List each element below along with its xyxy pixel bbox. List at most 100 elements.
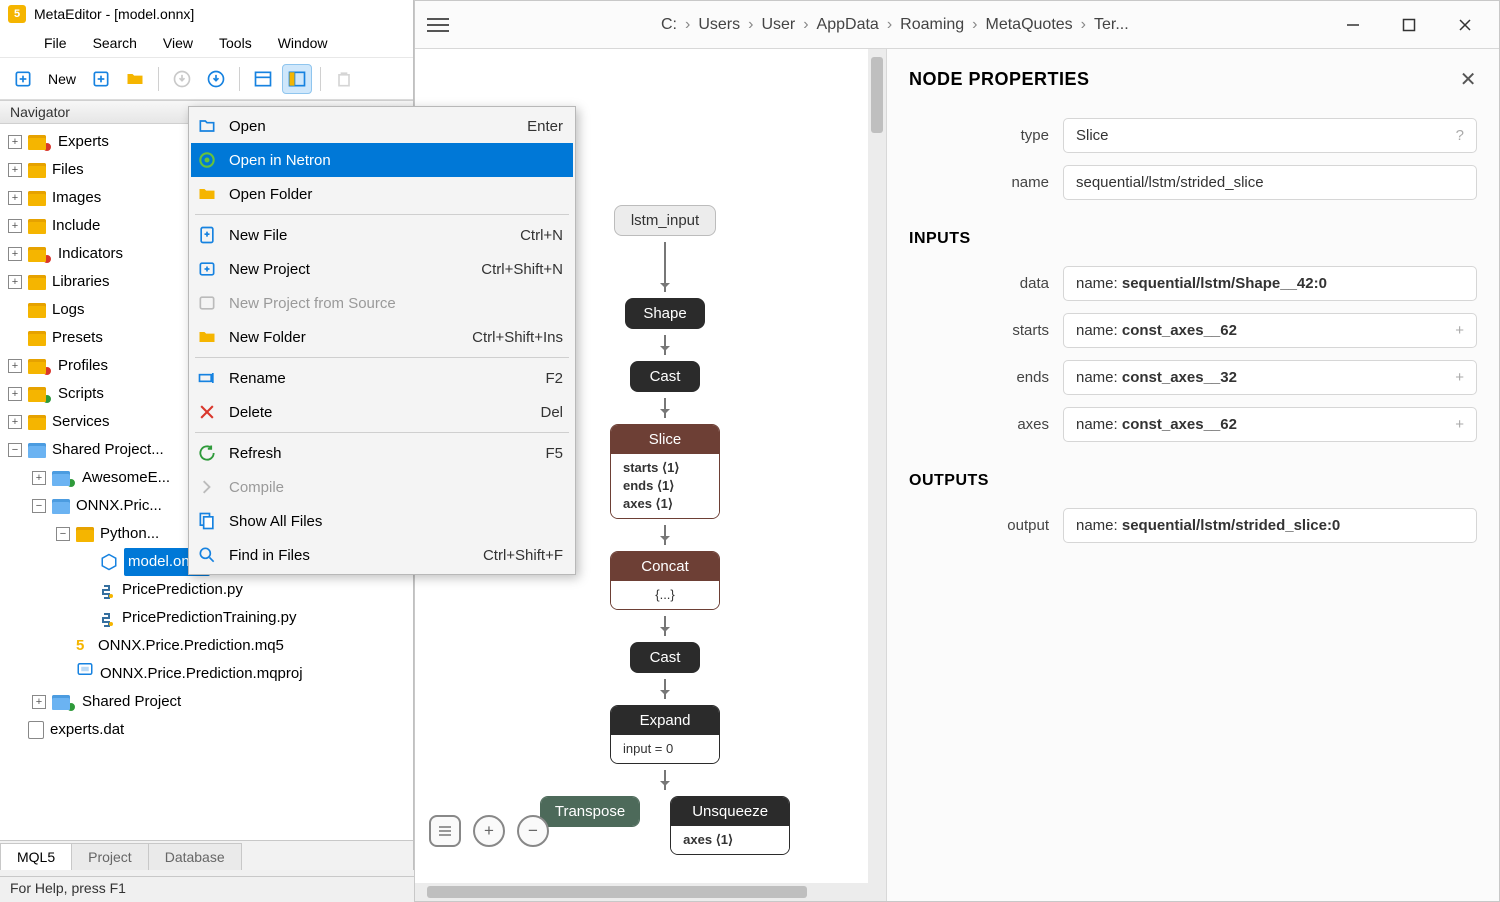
node-body: starts ⟨1⟩ ends ⟨1⟩ axes ⟨1⟩ [611, 454, 719, 518]
tab-mql5[interactable]: MQL5 [0, 843, 72, 870]
rename-icon [195, 366, 219, 390]
toolbar-separator [158, 67, 159, 91]
node-expand[interactable]: Expand input = 0 [610, 705, 720, 764]
inputs-heading: INPUTS [909, 230, 1477, 248]
graph-vertical-scrollbar[interactable] [868, 49, 886, 883]
menu-search[interactable]: Search [81, 31, 149, 55]
menu-tools[interactable]: Tools [207, 31, 264, 55]
crumb[interactable]: User [761, 16, 795, 34]
cm-new-folder[interactable]: New Folder Ctrl+Shift+Ins [191, 320, 573, 354]
edge [664, 679, 666, 699]
cm-show-all[interactable]: Show All Files [191, 504, 573, 538]
new-project-icon[interactable] [86, 64, 116, 94]
prop-data-value[interactable]: name: sequential/lstm/Shape__42:0 [1063, 266, 1477, 301]
download-all-icon[interactable] [201, 64, 231, 94]
prop-ends-value[interactable]: name: const_axes__32+ [1063, 360, 1477, 395]
props-title: NODE PROPERTIES [909, 69, 1090, 90]
search-icon [195, 543, 219, 567]
toolbar: New [0, 58, 413, 100]
crumb[interactable]: Users [698, 16, 740, 34]
crumb[interactable]: C: [661, 16, 677, 34]
crumb[interactable]: AppData [817, 16, 879, 34]
cm-open[interactable]: Open Enter [191, 109, 573, 143]
side-panel-icon[interactable] [282, 64, 312, 94]
tree-item-price-train-py[interactable]: PricePredictionTraining.py [2, 604, 411, 632]
app-icon: 5 [8, 5, 26, 23]
toolbar-separator [239, 67, 240, 91]
cm-find[interactable]: Find in Files Ctrl+Shift+F [191, 538, 573, 572]
node-concat[interactable]: Concat {...} [610, 551, 720, 610]
menu-window[interactable]: Window [266, 31, 340, 55]
crumb[interactable]: Ter... [1094, 16, 1129, 34]
prop-starts-value[interactable]: name: const_axes__62+ [1063, 313, 1477, 348]
minimize-button[interactable] [1331, 10, 1375, 40]
tree-label: PricePrediction.py [122, 576, 243, 604]
menu-view[interactable]: View [151, 31, 205, 55]
node-transpose[interactable]: Transpose [540, 796, 640, 827]
layout-icon[interactable] [248, 64, 278, 94]
menubar: File Search View Tools Window [0, 28, 413, 58]
new-file-icon [195, 223, 219, 247]
netron-window: C:› Users› User› AppData› Roaming› MetaQ… [414, 0, 1500, 902]
status-bar: For Help, press F1 [0, 876, 414, 902]
cm-new-file[interactable]: New File Ctrl+N [191, 218, 573, 252]
prop-data-label: data [909, 275, 1049, 292]
context-menu: Open Enter Open in Netron Open Folder Ne… [188, 106, 576, 575]
tree-item-price-py[interactable]: PricePrediction.py [2, 576, 411, 604]
tree-label: PricePredictionTraining.py [122, 604, 297, 632]
prop-axes-value[interactable]: name: const_axes__62+ [1063, 407, 1477, 442]
cm-open-folder[interactable]: Open Folder [191, 177, 573, 211]
new-button-label[interactable]: New [42, 71, 82, 87]
prop-starts-label: starts [909, 322, 1049, 339]
tree-label: Logs [52, 296, 85, 324]
tree-item-experts-dat[interactable]: experts.dat [2, 716, 411, 744]
node-cast2[interactable]: Cast [630, 642, 700, 673]
onnx-icon [100, 553, 118, 571]
node-body: axes ⟨1⟩ [683, 832, 733, 847]
node-cast[interactable]: Cast [630, 361, 700, 392]
close-button[interactable] [1443, 10, 1487, 40]
tree-label: Shared Project... [52, 436, 164, 464]
cm-refresh[interactable]: Refresh F5 [191, 436, 573, 470]
tree-label: Libraries [52, 268, 110, 296]
new-project-icon [195, 257, 219, 281]
node-header: Concat [611, 552, 719, 581]
tab-project[interactable]: Project [71, 843, 149, 870]
trash-icon[interactable] [329, 64, 359, 94]
zoom-in-icon[interactable]: + [473, 815, 505, 847]
prop-output-value[interactable]: name: sequential/lstm/strided_slice:0 [1063, 508, 1477, 543]
fit-view-icon[interactable] [429, 815, 461, 847]
tree-item-shared-project[interactable]: +Shared Project [2, 688, 411, 716]
crumb[interactable]: Roaming [900, 16, 964, 34]
cm-compile: Compile [191, 470, 573, 504]
prop-type-value[interactable]: Slice? [1063, 118, 1477, 153]
breadcrumb: C:› Users› User› AppData› Roaming› MetaQ… [461, 16, 1319, 34]
node-lstm-input[interactable]: lstm_input [614, 205, 716, 236]
cm-rename[interactable]: Rename F2 [191, 361, 573, 395]
tree-item-mq5[interactable]: 5 ONNX.Price.Prediction.mq5 [2, 632, 411, 660]
folder-icon [195, 182, 219, 206]
download-icon[interactable] [167, 64, 197, 94]
cm-delete[interactable]: Delete Del [191, 395, 573, 429]
cm-new-project[interactable]: New Project Ctrl+Shift+N [191, 252, 573, 286]
open-folder-icon[interactable] [120, 64, 150, 94]
new-doc-plus-icon[interactable] [8, 64, 38, 94]
menu-file[interactable]: File [32, 31, 79, 55]
close-props-icon[interactable]: ✕ [1460, 67, 1477, 92]
node-slice[interactable]: Slice starts ⟨1⟩ ends ⟨1⟩ axes ⟨1⟩ [610, 424, 720, 519]
python-icon [100, 610, 116, 626]
file-icon [28, 721, 44, 739]
tree-label: Profiles [58, 352, 108, 380]
crumb[interactable]: MetaQuotes [986, 16, 1073, 34]
prop-name-value[interactable]: sequential/lstm/strided_slice [1063, 165, 1477, 200]
node-shape[interactable]: Shape [625, 298, 704, 329]
tree-item-mqproj[interactable]: ONNX.Price.Prediction.mqproj [2, 660, 411, 688]
tab-database[interactable]: Database [148, 843, 242, 870]
zoom-out-icon[interactable]: − [517, 815, 549, 847]
graph-horizontal-scrollbar[interactable] [415, 883, 886, 901]
maximize-button[interactable] [1387, 10, 1431, 40]
node-unsqueeze[interactable]: Unsqueeze axes ⟨1⟩ [670, 796, 790, 855]
edge [664, 525, 666, 545]
hamburger-icon[interactable] [427, 18, 449, 32]
cm-open-in-netron[interactable]: Open in Netron [191, 143, 573, 177]
